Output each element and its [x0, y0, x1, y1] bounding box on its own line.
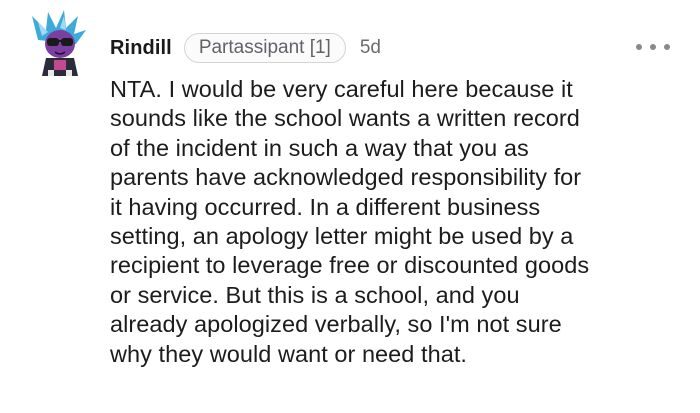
author-name[interactable]: Rindill: [110, 37, 172, 60]
timestamp: 5d: [359, 37, 381, 58]
avatar-icon: [32, 10, 86, 76]
dot-icon: [636, 44, 642, 50]
comment: Rindill Partassipant [1] 5d NTA. I would…: [0, 0, 700, 413]
comment-body: NTA. I would be very careful here becaus…: [110, 76, 590, 367]
dot-icon: [650, 44, 656, 50]
dot-icon: [664, 44, 670, 50]
user-flair: Partassipant [1]: [183, 33, 346, 63]
more-options-button[interactable]: [636, 38, 670, 56]
comment-header: Rindill Partassipant [1] 5d: [110, 32, 381, 64]
avatar[interactable]: [30, 10, 88, 76]
